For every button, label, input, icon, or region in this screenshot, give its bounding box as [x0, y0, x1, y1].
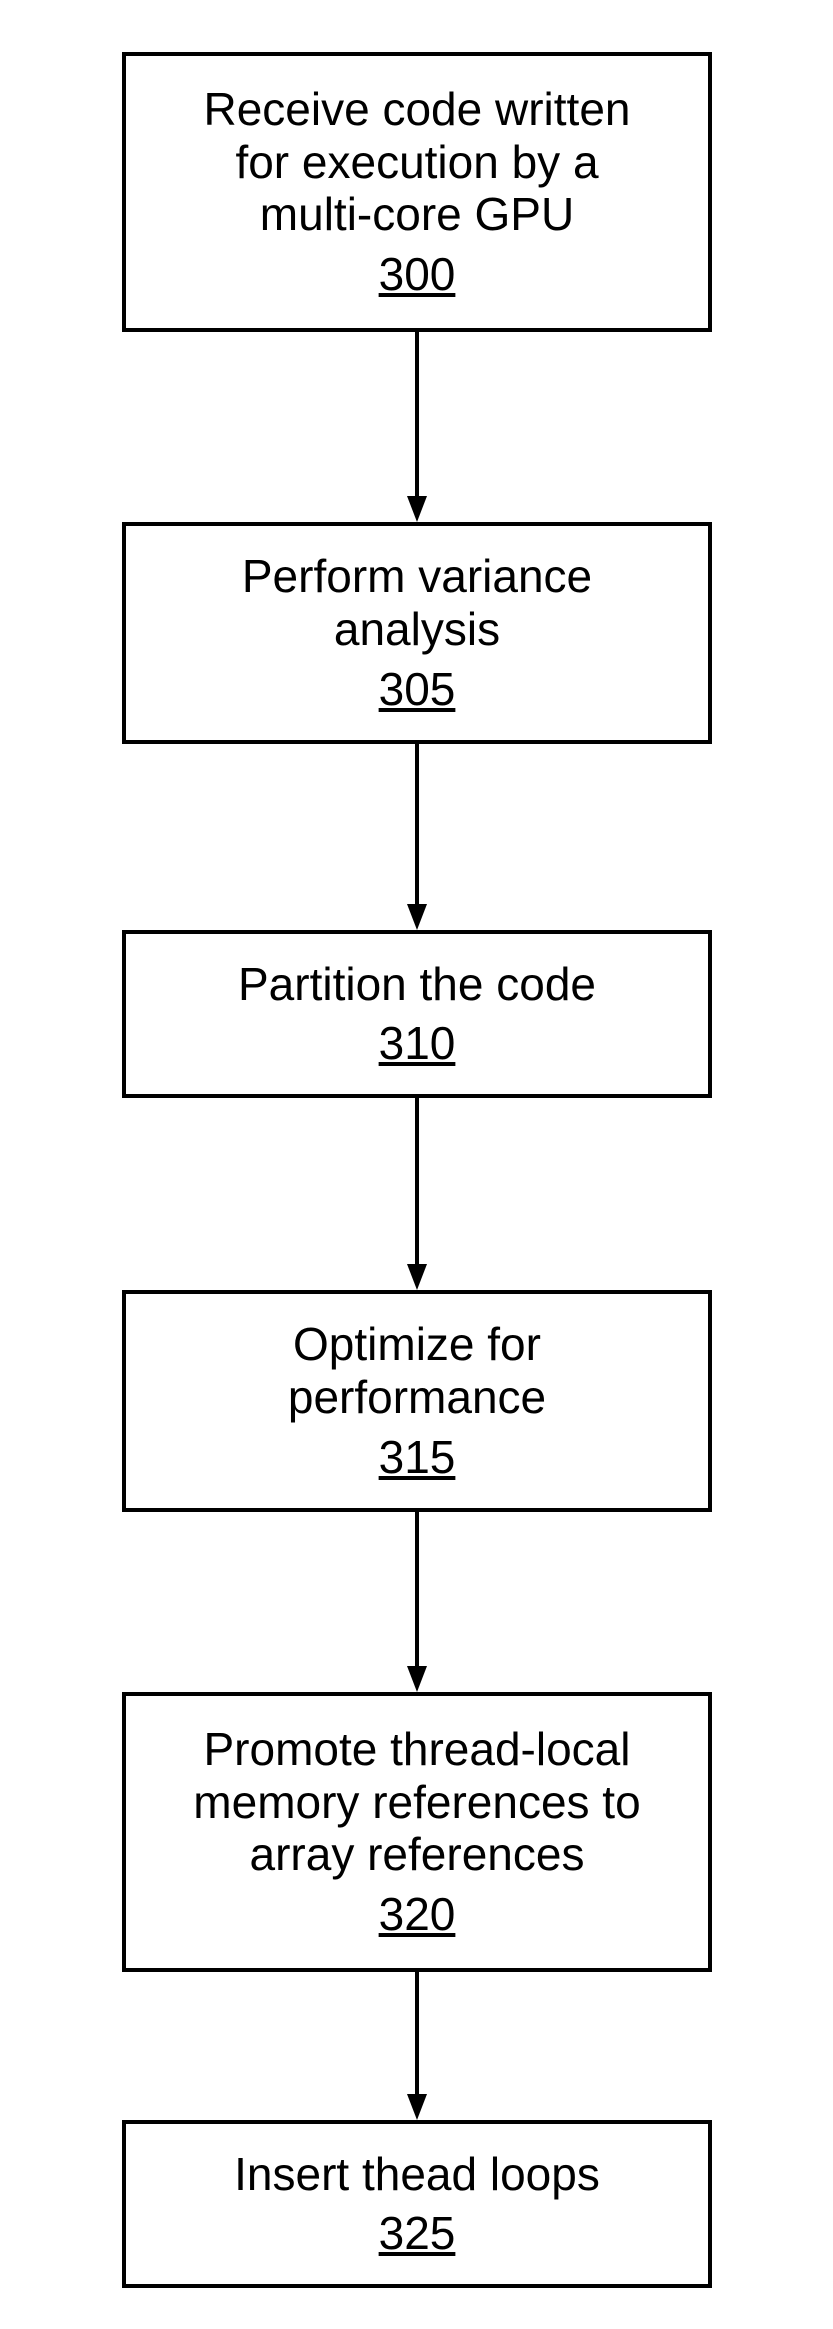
arrow-310-315	[407, 1098, 427, 1290]
arrow-305-310	[407, 744, 427, 930]
node-label: Promote thread-local memory references t…	[193, 1723, 640, 1882]
flowchart-node-315: Optimize for performance 315	[122, 1290, 712, 1512]
node-label: Partition the code	[238, 958, 596, 1011]
node-label: Receive code written for execution by a …	[204, 83, 631, 242]
node-ref: 305	[379, 662, 456, 716]
arrow-315-320	[407, 1512, 427, 1692]
flowchart-node-300: Receive code written for execution by a …	[122, 52, 712, 332]
node-label: Perform variance analysis	[242, 550, 592, 656]
arrow-300-305	[407, 332, 427, 522]
flowchart-node-320: Promote thread-local memory references t…	[122, 1692, 712, 1972]
node-ref: 315	[379, 1430, 456, 1484]
node-ref: 310	[379, 1016, 456, 1070]
flowchart-node-305: Perform variance analysis 305	[122, 522, 712, 744]
flowchart-container: Receive code written for execution by a …	[0, 0, 833, 2329]
flowchart-node-325: Insert thead loops 325	[122, 2120, 712, 2288]
node-ref: 325	[379, 2206, 456, 2260]
node-ref: 320	[379, 1887, 456, 1941]
flowchart-node-310: Partition the code 310	[122, 930, 712, 1098]
node-ref: 300	[379, 247, 456, 301]
node-label: Insert thead loops	[234, 2148, 600, 2201]
node-label: Optimize for performance	[288, 1318, 546, 1424]
arrow-320-325	[407, 1972, 427, 2120]
